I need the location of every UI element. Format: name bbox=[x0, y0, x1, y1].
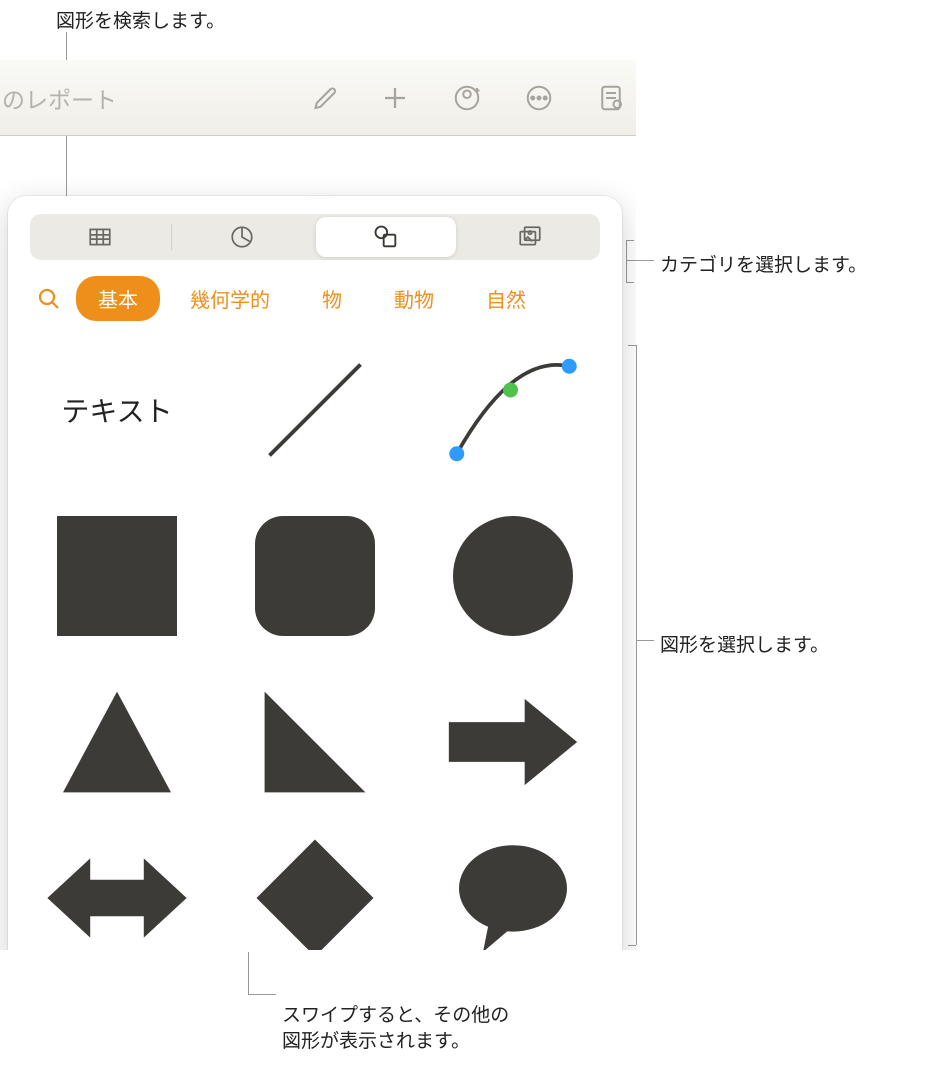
callout-bracket bbox=[636, 345, 637, 945]
callout-swipe-2: 図形が表示されます。 bbox=[282, 1026, 470, 1053]
shape-diamond[interactable] bbox=[240, 833, 390, 950]
insert-popover: 基本 幾何学的 物 動物 自然 テキスト bbox=[8, 196, 622, 950]
callout-line bbox=[248, 994, 276, 995]
callout-line bbox=[248, 952, 249, 994]
format-brush-icon[interactable] bbox=[308, 83, 338, 113]
collaborate-icon[interactable] bbox=[452, 83, 482, 113]
toolbar-icons bbox=[308, 83, 626, 113]
shape-square[interactable] bbox=[42, 501, 192, 651]
app-frame: のレポート bbox=[0, 60, 636, 950]
search-icon[interactable] bbox=[30, 280, 68, 318]
segment-table[interactable] bbox=[30, 214, 171, 260]
callout-select-shape: 図形を選択します。 bbox=[660, 630, 829, 657]
shape-rounded-square[interactable] bbox=[240, 501, 390, 651]
callout-category: カテゴリを選択します。 bbox=[660, 250, 867, 277]
segment-chart[interactable] bbox=[172, 214, 313, 260]
shape-speech-bubble[interactable] bbox=[438, 833, 588, 950]
shape-circle[interactable] bbox=[438, 501, 588, 651]
shape-curve[interactable] bbox=[438, 345, 588, 475]
add-icon[interactable] bbox=[380, 83, 410, 113]
callout-line bbox=[636, 640, 654, 641]
circle-icon bbox=[453, 516, 573, 636]
callout-search: 図形を検索します。 bbox=[56, 6, 225, 33]
category-nature[interactable]: 自然 bbox=[464, 276, 548, 321]
square-icon bbox=[57, 516, 177, 636]
shape-line[interactable] bbox=[240, 345, 390, 475]
shape-text[interactable]: テキスト bbox=[42, 345, 192, 475]
shape-triangle[interactable] bbox=[42, 677, 192, 807]
rounded-square-icon bbox=[255, 516, 375, 636]
more-icon[interactable] bbox=[524, 83, 554, 113]
shapes-grid: テキスト bbox=[38, 345, 592, 950]
shape-arrow-right[interactable] bbox=[438, 677, 588, 807]
segment-shape[interactable] bbox=[316, 217, 457, 257]
document-title: のレポート bbox=[0, 81, 117, 115]
callout-swipe-1: スワイプすると、その他の bbox=[282, 1000, 509, 1027]
category-objects[interactable]: 物 bbox=[300, 276, 364, 321]
category-row: 基本 幾何学的 物 動物 自然 bbox=[30, 276, 600, 321]
reader-icon[interactable] bbox=[596, 83, 626, 113]
insert-type-segmented bbox=[30, 214, 600, 260]
category-basic[interactable]: 基本 bbox=[76, 276, 160, 321]
shape-right-triangle[interactable] bbox=[240, 677, 390, 807]
category-animals[interactable]: 動物 bbox=[372, 276, 456, 321]
segment-image[interactable] bbox=[459, 214, 600, 260]
shape-text-label: テキスト bbox=[61, 390, 172, 430]
shape-double-arrow[interactable] bbox=[42, 833, 192, 950]
main-toolbar: のレポート bbox=[0, 60, 636, 136]
category-geometric[interactable]: 幾何学的 bbox=[168, 276, 292, 321]
